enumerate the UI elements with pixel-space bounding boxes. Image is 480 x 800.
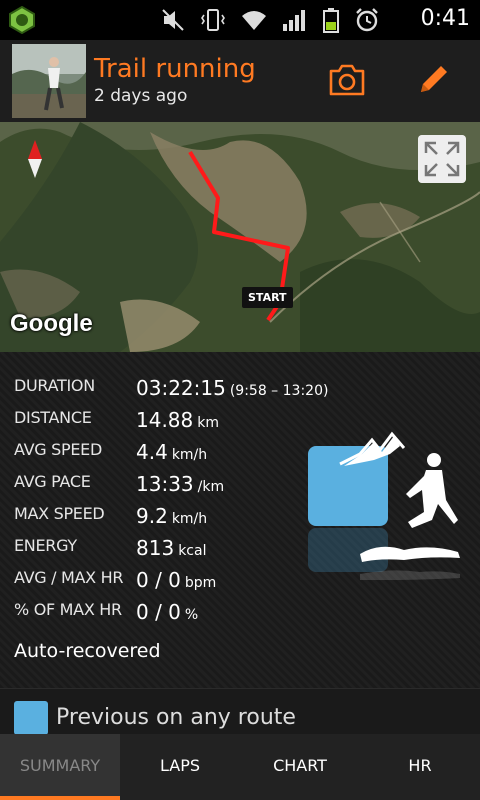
stat-unit: /km: [197, 479, 225, 495]
previous-on-route-label: Previous on any route: [56, 705, 296, 730]
trail-runner-icon: [308, 431, 460, 580]
vibrate-icon: [201, 9, 225, 31]
activity-header: Trail running 2 days ago: [0, 40, 480, 122]
stat-value: 9.2 km/h: [136, 504, 208, 528]
wifi-icon: [242, 11, 266, 30]
stat-unit: bpm: [184, 575, 217, 591]
alarm-icon: [356, 8, 378, 32]
stat-label: AVG / MAX HR: [14, 568, 124, 587]
camera-icon[interactable]: [328, 62, 366, 98]
stat-unit: km/h: [171, 447, 208, 463]
tab-summary[interactable]: SUMMARY: [0, 734, 120, 800]
stat-value: 03:22:15 (9:58 – 13:20): [136, 376, 329, 400]
status-clock: 0:41: [420, 6, 470, 31]
tab-hr[interactable]: HR: [360, 734, 480, 800]
tab-laps[interactable]: LAPS: [120, 734, 240, 800]
stat-label: % OF MAX HR: [14, 600, 122, 619]
tab-chart[interactable]: CHART: [240, 734, 360, 800]
stat-unit: km: [197, 415, 220, 431]
stat-unit: kcal: [178, 543, 207, 559]
route-map[interactable]: START Google: [0, 122, 480, 352]
battery-icon: [323, 8, 339, 33]
app-icon: [9, 6, 35, 34]
stat-value: 813 kcal: [136, 536, 207, 560]
bottom-tabs: SUMMARY LAPS CHART HR: [0, 734, 480, 800]
previous-on-route[interactable]: Previous on any route: [0, 688, 480, 735]
start-marker: START: [242, 287, 293, 308]
previous-route-icon: [14, 701, 48, 735]
stat-unit: km/h: [171, 511, 208, 527]
stat-label: DISTANCE: [14, 408, 92, 427]
stat-value: 0 / 0 bpm: [136, 568, 217, 592]
stat-value: 0 / 0%: [136, 600, 199, 624]
activity-title: Trail running: [94, 54, 256, 84]
stat-label: AVG PACE: [14, 472, 91, 491]
stat-label: ENERGY: [14, 536, 77, 555]
auto-recovered-label: Auto-recovered: [14, 640, 161, 662]
stat-value: 13:33/km: [136, 472, 225, 496]
stat-label: AVG SPEED: [14, 440, 102, 459]
pencil-icon[interactable]: [415, 62, 451, 98]
summary-stats: DURATION 03:22:15 (9:58 – 13:20) DISTANCE…: [0, 352, 480, 688]
stat-label: MAX SPEED: [14, 504, 105, 523]
google-logo: Google: [10, 310, 93, 337]
stat-label: DURATION: [14, 376, 95, 395]
stat-unit: %: [184, 607, 199, 623]
activity-photo[interactable]: [12, 44, 86, 118]
stat-value: 4.4 km/h: [136, 440, 208, 464]
status-bar: 0:41: [0, 0, 480, 40]
signal-icon: [283, 10, 305, 31]
stat-value: 14.88 km: [136, 408, 220, 432]
stat-time-range: (9:58 – 13:20): [229, 383, 329, 399]
activity-date: 2 days ago: [94, 86, 188, 106]
fullscreen-icon[interactable]: [418, 135, 466, 183]
mute-icon: [162, 9, 184, 31]
status-icons: [160, 7, 380, 33]
compass-icon: [28, 140, 42, 178]
